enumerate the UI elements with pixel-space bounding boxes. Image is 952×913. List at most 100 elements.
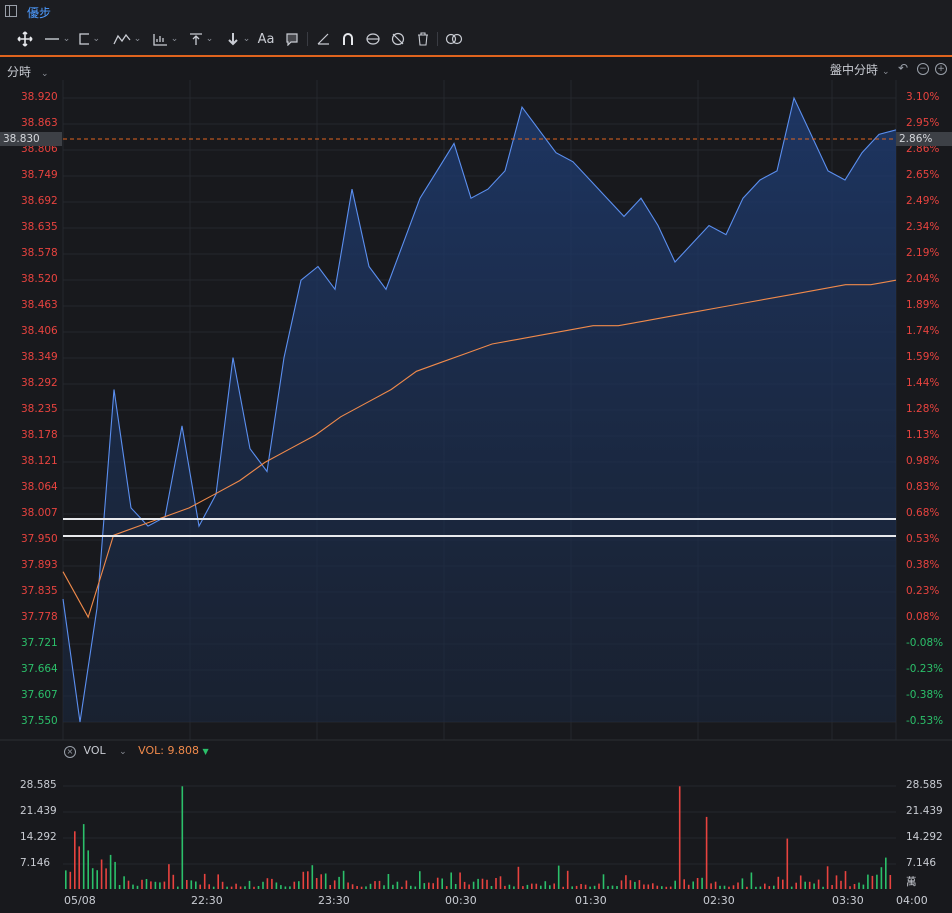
volume-tick-label: 28.585 xyxy=(20,779,57,791)
volume-bar xyxy=(678,786,681,889)
volume-bar xyxy=(145,879,148,889)
volume-bar xyxy=(284,886,287,889)
current-price-tag: 38.830 xyxy=(0,132,62,146)
volume-bar xyxy=(186,880,188,889)
time-tick-label: 04:00 xyxy=(896,894,928,907)
volume-bar xyxy=(773,885,775,889)
percent-tick-label: 2.65% xyxy=(906,169,940,181)
current-percent-tag: 2.86% xyxy=(896,132,952,146)
percent-tick-label: 2.04% xyxy=(906,273,940,285)
price-chart[interactable] xyxy=(0,0,952,913)
volume-bar xyxy=(315,878,318,889)
volume-bar xyxy=(840,880,842,889)
volume-label[interactable]: VOL xyxy=(84,744,106,757)
volume-bar xyxy=(96,870,98,889)
percent-tick-label: 0.98% xyxy=(906,455,940,467)
volume-bar xyxy=(401,886,403,889)
volume-bar xyxy=(885,857,887,889)
volume-bar xyxy=(692,881,694,889)
volume-bar xyxy=(141,879,143,889)
volume-bar xyxy=(701,877,703,889)
volume-bar xyxy=(333,880,336,889)
volume-bar xyxy=(414,886,417,889)
percent-tick-label: 0.83% xyxy=(906,481,940,493)
price-tick-label: 37.664 xyxy=(21,663,58,675)
volume-bar xyxy=(495,878,497,889)
volume-bar xyxy=(647,884,650,889)
chevron-down-icon[interactable]: ⌄ xyxy=(119,747,127,757)
volume-bar xyxy=(508,884,511,889)
price-tick-label: 37.607 xyxy=(21,689,58,701)
volume-bar xyxy=(831,885,833,889)
volume-bar xyxy=(862,884,865,889)
volume-bar xyxy=(602,874,605,889)
volume-bar xyxy=(450,872,452,889)
volume-bar xyxy=(683,879,685,889)
close-icon[interactable]: × xyxy=(64,746,76,758)
volume-bar xyxy=(557,865,560,889)
volume-bar xyxy=(472,881,475,889)
volume-bar xyxy=(710,883,712,889)
volume-bar xyxy=(696,878,699,889)
volume-bar xyxy=(154,881,157,889)
volume-bar xyxy=(858,882,860,889)
volume-bar xyxy=(432,883,434,889)
volume-tick-label: 28.585 xyxy=(906,779,943,791)
volume-tick-label: 萬 xyxy=(906,876,917,888)
volume-bar xyxy=(302,871,305,889)
volume-tick-label: 14.292 xyxy=(20,831,57,843)
volume-bar xyxy=(822,886,824,889)
percent-tick-label: -0.53% xyxy=(906,715,944,727)
volume-bar xyxy=(817,879,820,889)
volume-bar xyxy=(782,879,784,889)
volume-bar xyxy=(190,880,193,889)
volume-bar xyxy=(441,878,443,889)
volume-bar xyxy=(777,876,780,889)
volume-bar xyxy=(741,878,744,889)
volume-bar xyxy=(643,884,645,889)
volume-bar xyxy=(374,881,376,889)
volume-bar xyxy=(490,886,493,889)
volume-tick-label: 14.292 xyxy=(906,831,943,843)
volume-bar xyxy=(91,868,94,889)
volume-bar xyxy=(705,816,708,889)
price-tick-label: 37.778 xyxy=(21,611,58,623)
volume-bar xyxy=(607,886,609,889)
volume-bar xyxy=(656,885,659,889)
volume-bar xyxy=(217,874,219,889)
volume-bar xyxy=(100,859,103,889)
percent-tick-label: 0.68% xyxy=(906,507,940,519)
volume-bar xyxy=(544,881,547,889)
time-tick-label: 00:30 xyxy=(445,894,477,907)
volume-bar xyxy=(428,882,430,889)
volume-bar xyxy=(611,885,614,889)
volume-bar xyxy=(566,870,569,889)
volume-bar xyxy=(235,883,237,889)
volume-bar xyxy=(127,880,130,889)
price-tick-label: 38.121 xyxy=(21,455,58,467)
volume-bar xyxy=(674,880,676,889)
percent-tick-label: 1.44% xyxy=(906,377,940,389)
volume-bar xyxy=(531,883,533,889)
percent-tick-label: 2.34% xyxy=(906,221,940,233)
volume-value: VOL: 9.808 xyxy=(138,744,199,757)
volume-bar xyxy=(746,886,748,889)
volume-bar xyxy=(876,874,878,889)
volume-bar xyxy=(266,878,269,889)
volume-bar xyxy=(562,886,564,889)
volume-bar xyxy=(356,886,358,889)
volume-bar xyxy=(87,850,89,889)
percent-tick-label: 0.23% xyxy=(906,585,940,597)
volume-bar xyxy=(132,884,134,889)
volume-bar xyxy=(513,886,515,889)
volume-bar xyxy=(620,880,623,889)
percent-tick-label: 2.49% xyxy=(906,195,940,207)
volume-bar xyxy=(262,881,264,889)
percent-tick-label: 1.59% xyxy=(906,351,940,363)
volume-bar xyxy=(150,881,152,889)
volume-bar xyxy=(74,831,76,889)
triangle-down-icon: ▼ xyxy=(202,747,209,756)
volume-bar xyxy=(253,886,255,889)
volume-bar xyxy=(728,886,730,889)
volume-bar xyxy=(835,875,838,889)
